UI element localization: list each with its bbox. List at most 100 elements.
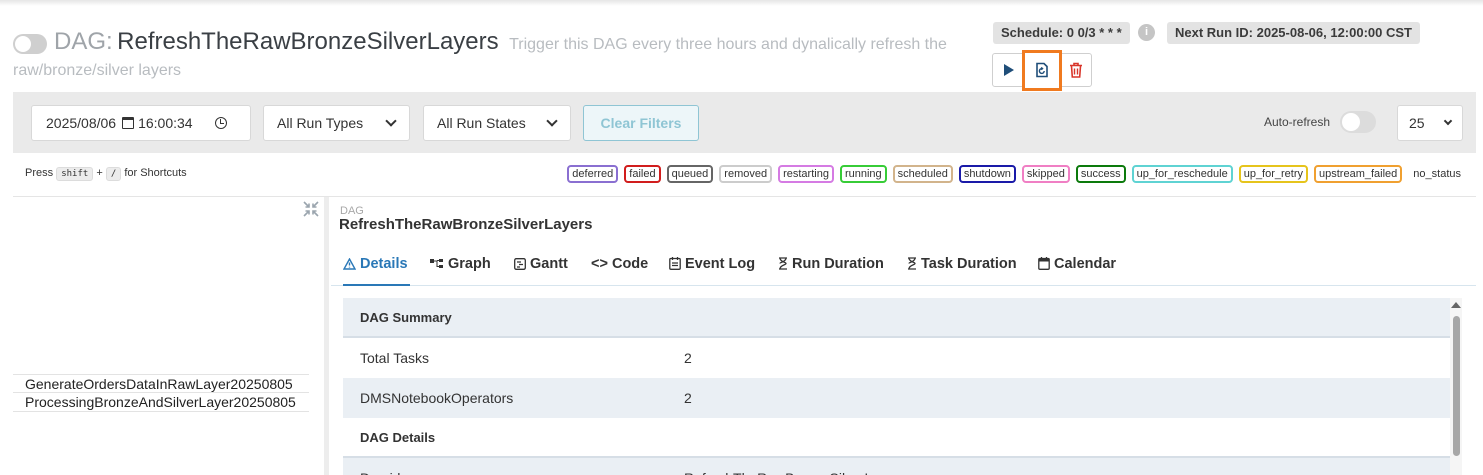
schedule-badge: Schedule: 0 0/3 * * *: [993, 22, 1130, 44]
dag-pause-toggle[interactable]: [13, 34, 47, 54]
trash-icon: [1069, 62, 1082, 78]
row-value: 2: [684, 350, 692, 366]
auto-refresh-label: Auto-refresh: [1264, 115, 1331, 129]
dag-prefix: DAG:: [54, 28, 113, 55]
table-row: Total Tasks 2: [343, 338, 1450, 378]
tab-details[interactable]: Details: [342, 244, 410, 286]
legend-chip-running[interactable]: running: [839, 165, 887, 183]
legend-chip-scheduled[interactable]: scheduled: [892, 165, 953, 183]
filter-bar: 2025/08/06 16:00:34 All Run Types All Ru…: [13, 92, 1476, 153]
chevron-down-icon: [1443, 116, 1453, 126]
row-key: DMSNotebookOperators: [360, 390, 514, 406]
legend-chip-no-status[interactable]: no_status: [1408, 165, 1466, 183]
date-value: 2025/08/06: [46, 115, 117, 131]
next-run-badge: Next Run ID: 2025-08-06, 12:00:00 CST: [1167, 22, 1420, 44]
reparse-icon: [1036, 62, 1048, 78]
legend-chip-up-for-reschedule[interactable]: up_for_reschedule: [1131, 165, 1233, 183]
legend-chip-deferred[interactable]: deferred: [567, 165, 619, 183]
summary-header: DAG Summary: [360, 310, 452, 325]
run-type-select[interactable]: All Run Types: [263, 105, 410, 141]
panel-resizer[interactable]: [324, 197, 329, 475]
section-header: DAG Details: [343, 418, 1450, 458]
scrollbar-thumb[interactable]: [1453, 316, 1460, 456]
shortcut-plus: +: [96, 167, 103, 179]
tab-code[interactable]: <> Code: [591, 244, 648, 286]
play-icon: [1003, 64, 1014, 76]
page-size-select[interactable]: 25: [1397, 105, 1463, 141]
shortcut-press: Press: [25, 167, 54, 179]
section-header: DAG Summary: [343, 298, 1450, 338]
legend-chip-success[interactable]: success: [1075, 165, 1126, 183]
chevron-down-icon: [546, 115, 558, 127]
hourglass-icon: [908, 257, 916, 270]
shortcut-key-slash: /: [105, 167, 122, 181]
scroll-up-icon[interactable]: [1451, 302, 1461, 308]
clear-filters-button[interactable]: Clear Filters: [583, 105, 699, 141]
auto-refresh-toggle[interactable]: [1340, 111, 1376, 133]
tab-graph[interactable]: Graph: [430, 244, 491, 286]
run-state-value: All Run States: [437, 115, 526, 131]
tab-label: Run Duration: [792, 256, 884, 272]
state-legend: deferred failed queued removed restarting run…: [567, 165, 1466, 183]
collapse-icon[interactable]: [303, 201, 319, 217]
hourglass-icon: [779, 257, 787, 270]
page-size-value: 25: [1409, 115, 1425, 131]
tab-run-duration[interactable]: Run Duration: [778, 244, 884, 286]
shortcut-hint: Press shift + / for Shortcuts: [25, 167, 187, 181]
legend-chip-removed[interactable]: removed: [719, 165, 773, 183]
info-icon[interactable]: i: [1138, 24, 1155, 41]
shortcut-key-shift: shift: [56, 167, 94, 181]
code-icon: <>: [591, 256, 612, 272]
tab-label: Event Log: [685, 256, 756, 272]
table-row: DMSNotebookOperators 2: [343, 378, 1450, 418]
dag-description-cont: raw/bronze/silver layers: [13, 62, 182, 79]
tab-label: Task Duration: [921, 256, 1017, 272]
legend-chip-up-for-retry[interactable]: up_for_retry: [1238, 165, 1309, 183]
grid-panel: GenerateOrdersDataInRawLayer20250805 Pro…: [13, 197, 323, 475]
task-item[interactable]: ProcessingBronzeAndSilverLayer20250805: [13, 393, 309, 412]
row-value: RefreshTheRawBronzeSilverLayers: [684, 458, 907, 475]
trigger-dag-button[interactable]: [992, 53, 1025, 87]
dag-details-table: DAG Summary Total Tasks 2 DMSNotebookOpe…: [343, 298, 1450, 475]
reparse-dag-button[interactable]: [1022, 49, 1062, 91]
row-value: 2: [684, 390, 692, 406]
gantt-icon: [514, 258, 526, 270]
dag-name: RefreshTheRawBronzeSilverLayers: [117, 28, 499, 55]
run-state-select[interactable]: All Run States: [423, 105, 571, 141]
tab-event-log[interactable]: Event Log: [669, 244, 755, 286]
tab-task-duration[interactable]: Task Duration: [907, 244, 1017, 286]
run-type-value: All Run Types: [277, 115, 364, 131]
graph-icon: [430, 259, 443, 268]
legend-chip-upstream-failed[interactable]: upstream_failed: [1314, 165, 1403, 183]
task-list: GenerateOrdersDataInRawLayer20250805 Pro…: [13, 374, 309, 412]
chevron-down-icon: [385, 115, 397, 127]
calendar-icon: [1038, 257, 1050, 270]
dag-action-buttons: [992, 49, 1092, 91]
legend-chip-failed[interactable]: failed: [624, 165, 661, 183]
tab-gantt[interactable]: Gantt: [514, 244, 568, 286]
dag-description: Trigger this DAG every three hours and d…: [509, 36, 947, 53]
tab-label: Details: [360, 256, 408, 272]
details-header: DAG Details: [360, 430, 436, 445]
tab-calendar[interactable]: Calendar: [1038, 244, 1116, 286]
task-item[interactable]: GenerateOrdersDataInRawLayer20250805: [13, 374, 309, 393]
tab-label: Gantt: [530, 256, 568, 272]
table-row: Dag id RefreshTheRawBronzeSilverLayers: [343, 458, 1450, 475]
legend-chip-queued[interactable]: queued: [666, 165, 714, 183]
warning-icon: [342, 257, 357, 270]
legend-chip-shutdown[interactable]: shutdown: [958, 165, 1016, 183]
dag-title-line: DAG: RefreshTheRawBronzeSilverLayers Tri…: [54, 28, 947, 56]
detail-title: RefreshTheRawBronzeSilverLayers: [339, 216, 593, 233]
tab-label: Calendar: [1054, 256, 1117, 272]
shortcut-for: for Shortcuts: [124, 167, 187, 179]
clock-icon[interactable]: [214, 117, 227, 129]
calendar-icon[interactable]: [122, 117, 135, 129]
execution-date-input[interactable]: 2025/08/06 16:00:34: [31, 105, 251, 141]
detail-tabs: Details Graph Gantt <> Code Event Log Ru…: [331, 244, 1476, 286]
legend-chip-restarting[interactable]: restarting: [778, 165, 834, 183]
event-log-icon: [669, 257, 681, 270]
legend-chip-skipped[interactable]: skipped: [1021, 165, 1070, 183]
row-key: Total Tasks: [360, 350, 429, 366]
tab-label: Code: [611, 256, 649, 272]
delete-dag-button[interactable]: [1059, 53, 1092, 87]
